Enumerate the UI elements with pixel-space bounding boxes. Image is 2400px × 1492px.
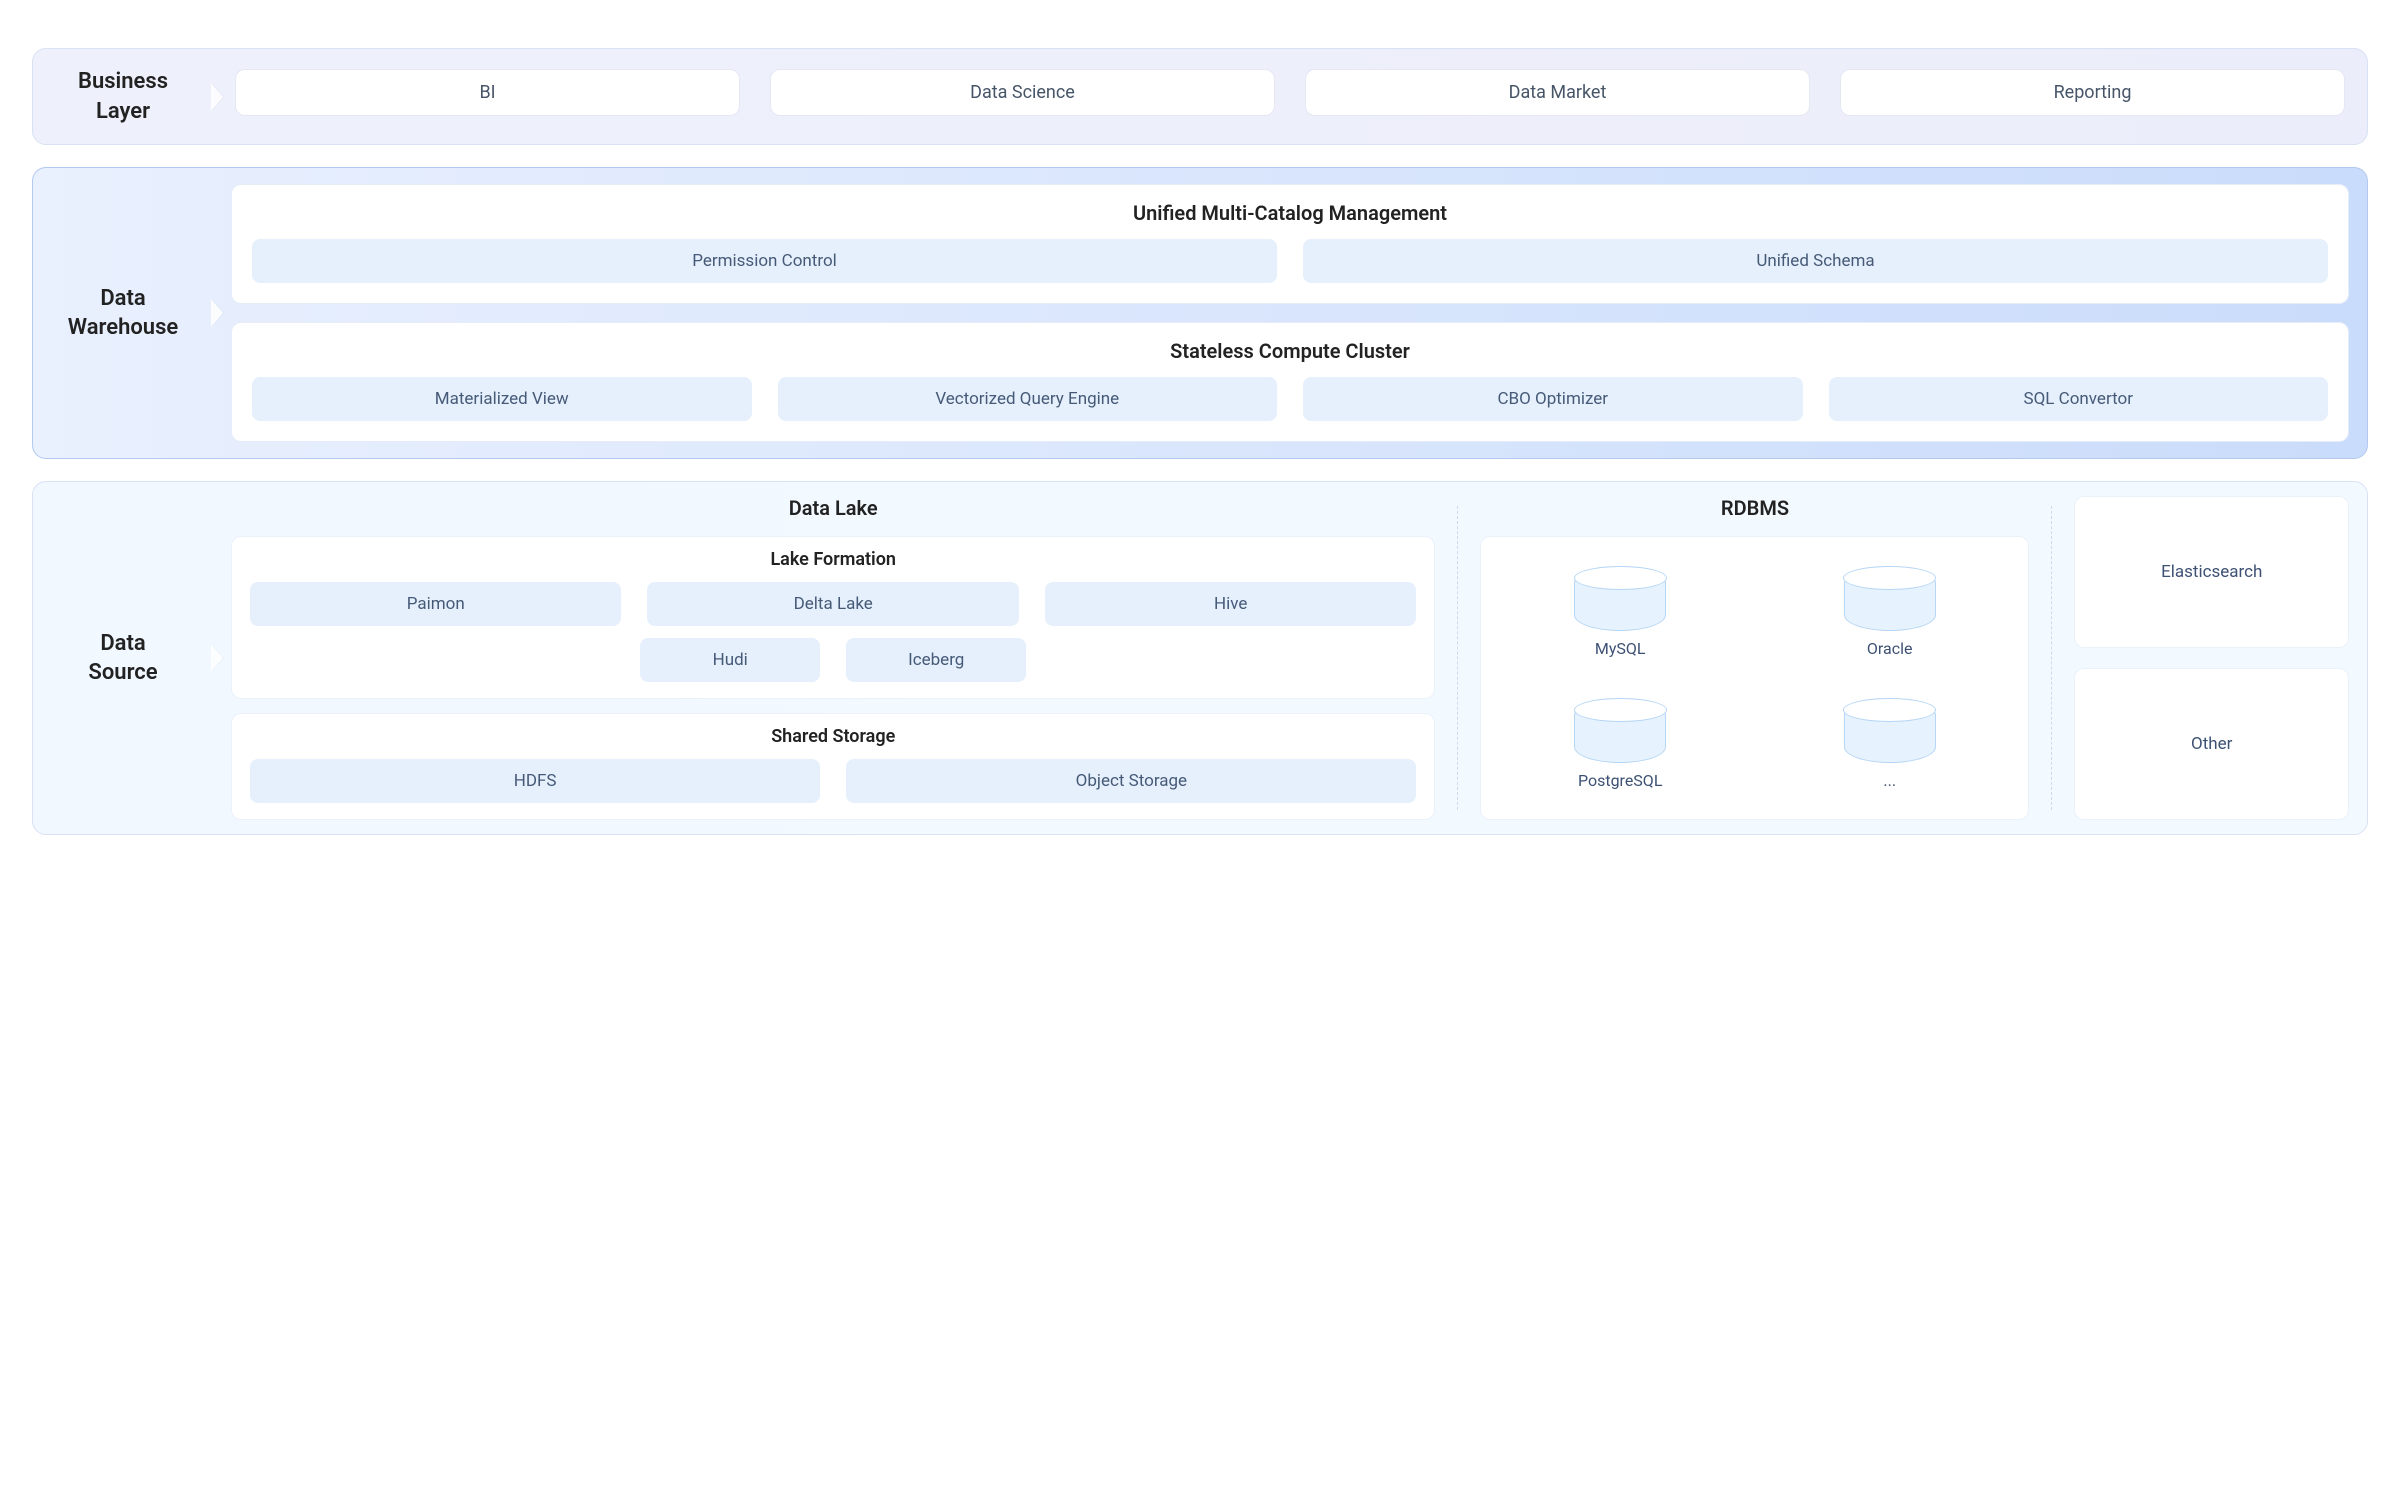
business-item-reporting: Reporting xyxy=(1840,69,2345,116)
catalog-panel: Unified Multi-Catalog Management Permiss… xyxy=(231,184,2349,304)
compute-sql-convertor: SQL Convertor xyxy=(1829,377,2329,421)
data-lake-title: Data Lake xyxy=(231,496,1435,520)
lake-iceberg: Iceberg xyxy=(846,638,1026,682)
data-lake-block: Data Lake Lake Formation Paimon Delta La… xyxy=(231,496,1457,820)
compute-panel: Stateless Compute Cluster Materialized V… xyxy=(231,322,2349,442)
side-elasticsearch: Elasticsearch xyxy=(2074,496,2349,648)
catalog-chip-row: Permission Control Unified Schema xyxy=(252,239,2328,283)
db-label: PostgreSQL xyxy=(1578,771,1662,790)
lake-delta-lake: Delta Lake xyxy=(647,582,1018,626)
database-icon xyxy=(1844,567,1936,631)
lake-hudi: Hudi xyxy=(640,638,820,682)
business-pill-row: BI Data Science Data Market Reporting xyxy=(231,65,2349,120)
shared-storage-row: HDFS Object Storage xyxy=(250,759,1416,803)
catalog-permission-control: Permission Control xyxy=(252,239,1277,283)
lake-hive: Hive xyxy=(1045,582,1416,626)
side-sources: Elasticsearch Other xyxy=(2052,496,2349,820)
data-source-layer: Data Source Data Lake Lake Formation Pai… xyxy=(32,481,2368,835)
rdbms-title: RDBMS xyxy=(1480,496,2029,520)
catalog-unified-schema: Unified Schema xyxy=(1303,239,2328,283)
business-layer: Business Layer BI Data Science Data Mark… xyxy=(32,48,2368,145)
db-label: MySQL xyxy=(1595,639,1646,658)
compute-cbo-optimizer: CBO Optimizer xyxy=(1303,377,1803,421)
database-icon xyxy=(1844,699,1936,763)
compute-chip-row: Materialized View Vectorized Query Engin… xyxy=(252,377,2328,421)
compute-materialized-view: Materialized View xyxy=(252,377,752,421)
shared-storage-title: Shared Storage xyxy=(250,726,1416,747)
lake-formation-row1: Paimon Delta Lake Hive xyxy=(250,582,1416,626)
business-item-data-market: Data Market xyxy=(1305,69,1810,116)
db-oracle: Oracle xyxy=(1844,567,1936,658)
business-layer-body: BI Data Science Data Market Reporting xyxy=(213,49,2367,144)
storage-object-storage: Object Storage xyxy=(846,759,1416,803)
db-postgresql: PostgreSQL xyxy=(1574,699,1666,790)
db-mysql: MySQL xyxy=(1574,567,1666,658)
storage-hdfs: HDFS xyxy=(250,759,820,803)
business-layer-label: Business Layer xyxy=(33,49,213,144)
business-item-bi: BI xyxy=(235,69,740,116)
rdbms-block: RDBMS MySQL Oracle PostgreSQL ... xyxy=(1458,496,2051,820)
data-warehouse-body: Unified Multi-Catalog Management Permiss… xyxy=(213,168,2367,458)
business-item-data-science: Data Science xyxy=(770,69,1275,116)
compute-vectorized-engine: Vectorized Query Engine xyxy=(778,377,1278,421)
rdbms-grid: MySQL Oracle PostgreSQL ... xyxy=(1480,536,2029,820)
data-warehouse-label: Data Warehouse xyxy=(33,168,213,458)
lake-paimon: Paimon xyxy=(250,582,621,626)
side-other: Other xyxy=(2074,668,2349,820)
data-source-body: Data Lake Lake Formation Paimon Delta La… xyxy=(213,482,2367,834)
data-warehouse-layer: Data Warehouse Unified Multi-Catalog Man… xyxy=(32,167,2368,459)
compute-panel-title: Stateless Compute Cluster xyxy=(252,339,2328,363)
db-more: ... xyxy=(1844,699,1936,790)
database-icon xyxy=(1574,699,1666,763)
lake-formation-title: Lake Formation xyxy=(250,549,1416,570)
shared-storage-panel: Shared Storage HDFS Object Storage xyxy=(231,713,1435,820)
database-icon xyxy=(1574,567,1666,631)
db-label: ... xyxy=(1883,771,1896,790)
lake-formation-row2: Hudi Iceberg xyxy=(250,638,1416,682)
data-source-label: Data Source xyxy=(33,482,213,834)
catalog-panel-title: Unified Multi-Catalog Management xyxy=(252,201,2328,225)
lake-formation-panel: Lake Formation Paimon Delta Lake Hive Hu… xyxy=(231,536,1435,699)
db-label: Oracle xyxy=(1867,639,1913,658)
